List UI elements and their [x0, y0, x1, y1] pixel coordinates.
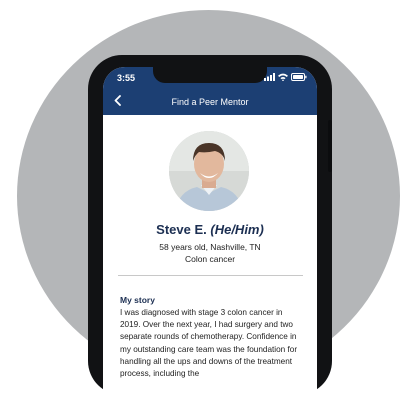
story-text: I was diagnosed with stage 3 colon cance… [120, 308, 298, 379]
nav-bar: Find a Peer Mentor [103, 89, 317, 115]
status-icons [264, 73, 307, 81]
mentor-age-location: 58 years old, Nashville, TN [159, 242, 261, 252]
page-title: Find a Peer Mentor [171, 97, 249, 107]
mentor-profile: Steve E. (He/Him) 58 years old, Nashvill… [103, 115, 317, 397]
status-bar: 3:55 [103, 67, 317, 89]
status-time: 3:55 [117, 73, 136, 83]
mentor-details: 58 years old, Nashville, TN Colon cancer [103, 241, 317, 265]
divider [118, 275, 303, 276]
phone-screen: 3:55 Find a Peer Mentor Steve E. (He/Him… [103, 67, 317, 397]
phone-side-button [328, 120, 332, 172]
phone-notch [153, 67, 267, 83]
mentor-name-text: Steve E. [156, 222, 207, 237]
mentor-name: Steve E. (He/Him) [103, 222, 317, 237]
mentor-photo [169, 131, 249, 211]
avatar [169, 131, 249, 211]
mentor-pronouns: (He/Him) [210, 222, 264, 237]
signal-icon [264, 73, 275, 81]
mentor-diagnosis: Colon cancer [184, 254, 236, 264]
battery-icon [291, 73, 307, 81]
wifi-icon [278, 73, 288, 81]
story-heading: My story [120, 295, 155, 305]
